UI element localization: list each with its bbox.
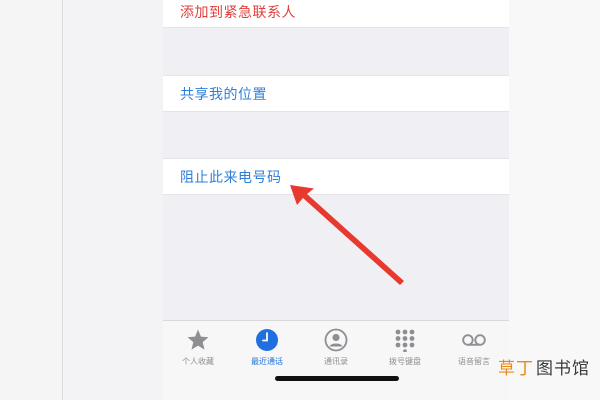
tab-voicemail-label: 语音留言 [458,357,490,366]
tab-favorites[interactable]: 个人收藏 [163,327,233,367]
star-icon [185,327,211,353]
voicemail-icon [461,327,487,353]
phone-screen: 添加到紧急联系人 共享我的位置 阻止此来电号码 个人收藏 最近通话 通讯录 拨号… [163,0,509,400]
share-my-location-label: 共享我的位置 [180,86,267,103]
watermark-part-1: 草丁 [498,359,534,379]
watermark-logo: 草丁 图书馆 [498,354,590,379]
add-to-emergency-contact-row[interactable]: 添加到紧急联系人 [163,0,509,28]
tab-contacts-label: 通讯录 [324,357,348,366]
left-margin [0,0,62,400]
tab-contacts[interactable]: 通讯录 [301,327,371,367]
tab-bar: 个人收藏 最近通话 通讯录 拨号键盘 语音留言 [163,320,509,400]
block-caller-row[interactable]: 阻止此来电号码 [163,158,509,195]
add-to-emergency-contact-label: 添加到紧急联系人 [180,4,296,21]
keypad-icon [392,327,418,353]
watermark-part-2: 图书馆 [536,359,590,379]
contact-icon [323,327,349,353]
block-caller-label: 阻止此来电号码 [180,169,282,186]
right-margin [509,0,600,400]
tab-recents[interactable]: 最近通话 [232,327,302,367]
home-indicator [275,376,399,381]
tab-favorites-label: 个人收藏 [182,357,214,366]
clock-icon [254,327,280,353]
tab-keypad-label: 拨号键盘 [389,357,421,366]
share-my-location-row[interactable]: 共享我的位置 [163,75,509,112]
tab-recents-label: 最近通话 [251,357,283,366]
left-divider [62,0,63,400]
tab-keypad[interactable]: 拨号键盘 [370,327,440,367]
